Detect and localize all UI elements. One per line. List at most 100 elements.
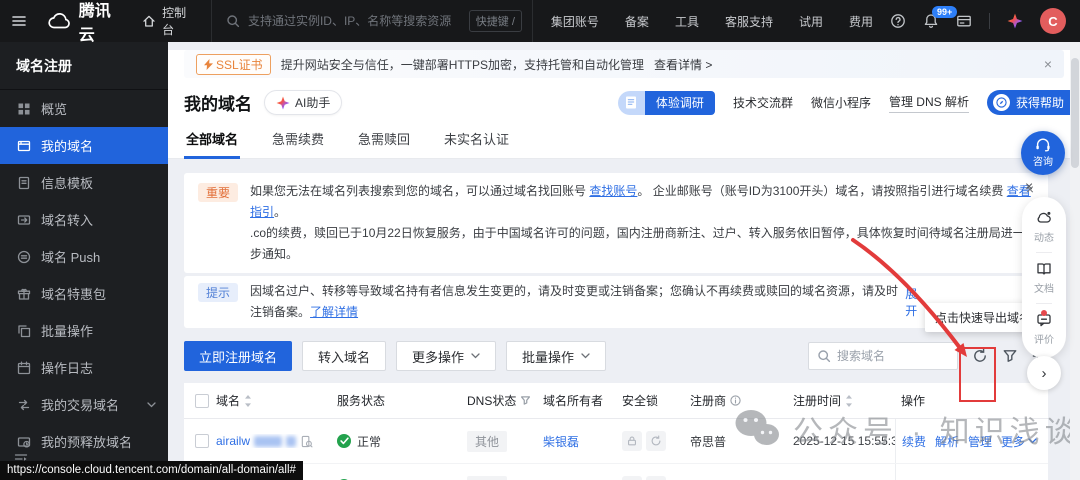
headset-icon bbox=[1036, 138, 1050, 152]
global-search-input[interactable] bbox=[247, 14, 461, 28]
billing-center-icon[interactable] bbox=[956, 13, 972, 29]
filter-funnel-icon[interactable] bbox=[520, 395, 531, 406]
domain-search-box[interactable] bbox=[808, 342, 958, 370]
more-operations-dropdown[interactable]: 更多操作 bbox=[396, 341, 497, 371]
ai-sparkle-icon bbox=[276, 96, 290, 109]
brand-text: 腾讯云 bbox=[78, 3, 111, 44]
chevron-down-icon bbox=[471, 353, 480, 359]
update-lock-icon[interactable] bbox=[646, 476, 666, 480]
divider bbox=[1036, 303, 1052, 304]
find-account-link[interactable]: 查找账号 bbox=[589, 184, 637, 198]
global-search[interactable]: 快捷键 / bbox=[210, 0, 533, 42]
sort-icon[interactable] bbox=[244, 394, 252, 407]
transfer-in-button[interactable]: 转入域名 bbox=[302, 341, 387, 371]
notification-count-badge: 99+ bbox=[932, 6, 958, 18]
home-icon bbox=[142, 14, 156, 28]
important-notice: 重要 如果您无法在域名列表搜索到您的域名，可以通过域名找回账号 查找账号。 企业… bbox=[184, 173, 1048, 273]
redacted-domain bbox=[286, 435, 297, 447]
tech-group-link[interactable]: 技术交流群 bbox=[733, 94, 793, 111]
scrollbar-thumb[interactable] bbox=[1071, 58, 1079, 168]
sidebar-item-overview[interactable]: 概览 bbox=[0, 90, 168, 127]
page-header-section: SSL证书 提升网站安全与信任，一键部署HTTPS加密，支持托管和自动化管理 查… bbox=[168, 50, 1080, 159]
float-toolbar-close-icon[interactable]: × bbox=[1025, 179, 1033, 193]
banner-close-icon[interactable]: × bbox=[1044, 57, 1052, 71]
menu-billing[interactable]: 费用 bbox=[849, 13, 873, 30]
tab-unverified[interactable]: 未实名认证 bbox=[442, 124, 511, 158]
batch-operations-dropdown[interactable]: 批量操作 bbox=[506, 341, 607, 371]
feedback-button[interactable]: 评价 bbox=[1034, 309, 1054, 349]
tab-need-redemption[interactable]: 急需赎回 bbox=[356, 124, 412, 158]
watermark-text: 公众号 · 知识浅谈 bbox=[793, 416, 1080, 449]
tip-badge: 提示 bbox=[198, 283, 239, 302]
divider bbox=[1036, 252, 1052, 253]
topbar: 腾讯云 控制台 快捷键 / 集团账号 备案 工具 客服支持 试用 费用 99+ bbox=[0, 0, 1080, 45]
tencent-cloud-logo[interactable]: 腾讯云 bbox=[38, 0, 142, 45]
ssl-badge: SSL证书 bbox=[196, 53, 271, 75]
domain-detail-icon[interactable] bbox=[300, 435, 313, 448]
sort-icon[interactable] bbox=[845, 394, 853, 407]
news-button[interactable]: 动态 bbox=[1034, 207, 1054, 247]
transfer-lock-icon[interactable] bbox=[622, 431, 642, 451]
table-toolbar: 立即注册域名 转入域名 更多操作 批量操作 bbox=[184, 341, 1048, 371]
banner-details-link[interactable]: 查看详情 > bbox=[654, 56, 712, 73]
sidebar-item-transfer-in[interactable]: 域名转入 bbox=[0, 201, 168, 238]
security-locks bbox=[622, 431, 690, 451]
hamburger-menu-icon[interactable] bbox=[0, 13, 38, 29]
menu-tools[interactable]: 工具 bbox=[675, 13, 699, 30]
search-icon bbox=[817, 349, 831, 363]
menu-trial[interactable]: 试用 bbox=[799, 13, 823, 30]
learn-more-link[interactable]: 了解详情 bbox=[310, 305, 358, 319]
menu-icp[interactable]: 备案 bbox=[625, 13, 649, 30]
miniprogram-link[interactable]: 微信小程序 bbox=[811, 94, 871, 111]
domain-search-input[interactable] bbox=[837, 349, 945, 363]
ai-assistant-button[interactable]: AI助手 bbox=[264, 90, 343, 115]
float-toolbar: 动态 文档 评价 bbox=[1022, 197, 1066, 358]
user-avatar[interactable]: C bbox=[1040, 8, 1066, 34]
topbar-divider bbox=[989, 13, 990, 29]
update-lock-icon[interactable] bbox=[646, 431, 666, 451]
owner-link[interactable]: 柴银磊 bbox=[543, 433, 622, 450]
row-checkbox[interactable] bbox=[195, 434, 209, 448]
cloud-icon bbox=[1037, 211, 1051, 223]
consult-button[interactable]: 咨询 bbox=[1021, 131, 1065, 175]
manage-dns-link[interactable]: 管理 DNS 解析 bbox=[888, 93, 969, 113]
console-link[interactable]: 控制台 bbox=[142, 4, 211, 38]
transfer-lock-icon[interactable] bbox=[622, 476, 642, 480]
ssl-promo-banner: SSL证书 提升网站安全与信任，一键部署HTTPS加密，支持托管和自动化管理 查… bbox=[184, 50, 1064, 78]
prerelease-clock-icon bbox=[17, 435, 31, 449]
transfer-in-icon bbox=[17, 213, 31, 227]
sidebar-item-operation-logs[interactable]: 操作日志 bbox=[0, 349, 168, 386]
colorful-sparkle-icon[interactable] bbox=[1007, 13, 1023, 29]
tab-all-domains[interactable]: 全部域名 bbox=[184, 124, 241, 159]
filter-funnel-icon[interactable] bbox=[1002, 348, 1018, 364]
sidebar-item-my-domains[interactable]: 我的域名 bbox=[0, 127, 168, 164]
important-badge: 重要 bbox=[198, 183, 239, 202]
help-circle-icon[interactable] bbox=[890, 13, 906, 29]
select-all-checkbox[interactable] bbox=[195, 393, 209, 408]
sidebar-item-batch-operations[interactable]: 批量操作 bbox=[0, 312, 168, 349]
compass-icon bbox=[992, 94, 1010, 111]
expand-link[interactable]: 展开 bbox=[905, 285, 926, 319]
sidebar-item-trading-domains[interactable]: 我的交易域名 bbox=[0, 386, 168, 423]
chevron-down-icon bbox=[147, 401, 156, 408]
notification-dot bbox=[1041, 310, 1047, 316]
banner-text: 提升网站安全与信任，一键部署HTTPS加密，支持托管和自动化管理 bbox=[280, 57, 645, 72]
domain-link[interactable]: airailw bbox=[216, 434, 337, 448]
docs-button[interactable]: 文档 bbox=[1034, 258, 1054, 298]
get-help-button[interactable]: 获得帮助 bbox=[986, 90, 1080, 115]
page-scrollbar bbox=[1070, 42, 1080, 480]
menu-support[interactable]: 客服支持 bbox=[725, 13, 773, 30]
survey-button[interactable]: 体验调研 bbox=[617, 90, 715, 115]
info-circle-icon[interactable] bbox=[730, 395, 741, 406]
dns-status-badge: 其他 bbox=[467, 475, 508, 480]
sidebar-item-info-template[interactable]: 信息模板 bbox=[0, 164, 168, 201]
shortcut-badge: 快捷键 / bbox=[468, 10, 522, 32]
wechat-icon bbox=[735, 410, 779, 445]
menu-group-account[interactable]: 集团账号 bbox=[551, 13, 599, 30]
sidebar-item-domain-push[interactable]: 域名 Push bbox=[0, 238, 168, 275]
notifications-bell-icon[interactable]: 99+ bbox=[923, 6, 958, 29]
tab-need-renewal[interactable]: 急需续费 bbox=[270, 124, 326, 158]
sidebar-item-domain-packages[interactable]: 域名特惠包 bbox=[0, 275, 168, 312]
register-domain-button[interactable]: 立即注册域名 bbox=[184, 341, 293, 371]
expand-panel-button[interactable]: › bbox=[1027, 356, 1061, 390]
